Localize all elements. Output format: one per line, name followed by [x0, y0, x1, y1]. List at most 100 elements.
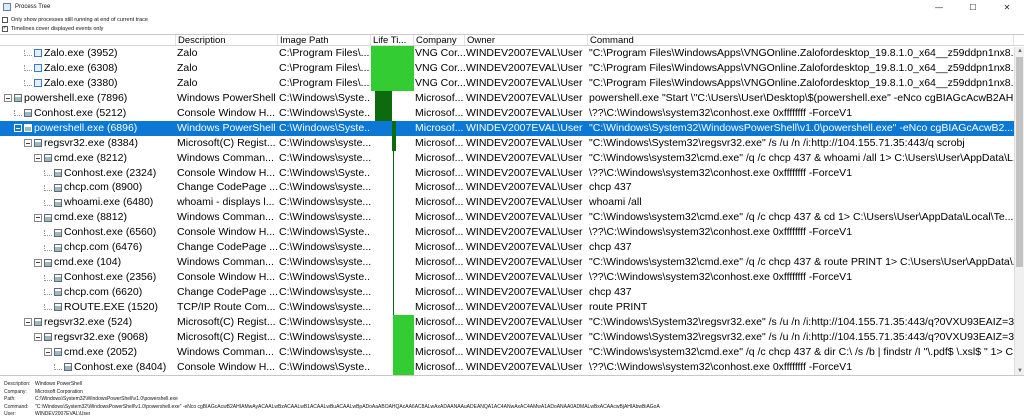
- company-cell: VNG Cor...: [415, 47, 465, 59]
- column-header-image-path[interactable]: Image Path: [278, 35, 371, 45]
- company-cell: Microsof...: [415, 181, 464, 194]
- owner-cell: WINDEV2007EVAL\User: [466, 241, 583, 254]
- scroll-down-arrow-icon[interactable]: ▼: [1015, 367, 1024, 375]
- lifetime-cell: [371, 75, 414, 91]
- tree-connector-icon: [44, 244, 52, 251]
- column-header-description[interactable]: Description: [176, 35, 278, 45]
- collapse-toggle-icon[interactable]: [44, 348, 52, 357]
- process-row[interactable]: cmd.exe (8812) Windows Comman... C:\Window…: [0, 210, 1024, 226]
- command-cell: "C:\Windows\system32\cmd.exe" /q /c chcp…: [589, 345, 1014, 358]
- process-row[interactable]: Conhost.exe (2324) Console Window H... C:\…: [0, 165, 1024, 181]
- process-row[interactable]: chcp.com (2464) Change CodePage ...C:\Win…: [0, 374, 1024, 376]
- lifetime-cell: [371, 225, 414, 241]
- minimize-button[interactable]: —: [922, 0, 956, 14]
- option-timelines-displayed[interactable]: ✓ Timelines cover displayed events only: [2, 24, 148, 33]
- cmd-icon: [44, 258, 52, 267]
- collapse-toggle-icon[interactable]: [24, 139, 32, 148]
- image-path-cell: C:\Windows\Syste...: [279, 121, 371, 134]
- collapse-toggle-icon[interactable]: [34, 333, 42, 342]
- process-icon: [54, 183, 62, 192]
- collapse-toggle-icon[interactable]: [34, 154, 42, 163]
- owner-cell: WINDEV2007EVAL\User: [466, 61, 583, 74]
- process-row[interactable]: ROUTE.EXE (1520) TCP/IP Route Com... C:\Wi…: [0, 299, 1024, 315]
- company-cell: Microsof...: [415, 136, 464, 149]
- process-name: regsvr32.exe (8384): [44, 136, 138, 149]
- column-header-command[interactable]: Command: [588, 35, 1014, 45]
- image-path-cell: C:\Windows\syste...: [279, 196, 371, 209]
- company-cell: Microsof...: [415, 196, 464, 209]
- collapse-toggle-icon[interactable]: [34, 258, 42, 267]
- process-row[interactable]: chcp.com (6620) Change CodePage ... C:\Win…: [0, 285, 1024, 300]
- process-name-cell: Conhost.exe (2324): [0, 166, 176, 181]
- option-running-only[interactable]: Only show processes still running at end…: [2, 15, 148, 24]
- process-name: cmd.exe (104): [54, 256, 122, 269]
- process-row[interactable]: powershell.exe (7896) Windows PowerShell C…: [0, 90, 1024, 106]
- process-row[interactable]: powershell.exe (6896) Windows PowerShell C…: [0, 120, 1024, 136]
- lifetime-bar: [371, 75, 414, 91]
- lifetime-cell: [371, 270, 414, 285]
- process-row[interactable]: Conhost.exe (8404) Console Window H... C:\…: [0, 359, 1024, 375]
- column-header-process[interactable]: [0, 35, 176, 45]
- image-path-cell: C:\Windows\syste...: [279, 181, 371, 194]
- collapse-toggle-icon[interactable]: [24, 318, 32, 327]
- lifetime-bar: [371, 60, 414, 76]
- process-row[interactable]: regsvr32.exe (9068) Microsoft(C) Regist..…: [0, 329, 1024, 345]
- tree-connector-icon: [14, 110, 22, 117]
- company-cell: Microsof...: [414, 375, 465, 376]
- lifetime-bar: [392, 359, 414, 375]
- process-row[interactable]: cmd.exe (8212) Windows Comman... C:\Window…: [0, 150, 1024, 166]
- column-header-company[interactable]: Company: [414, 35, 465, 45]
- collapse-toggle-icon[interactable]: [14, 124, 22, 133]
- lifetime-bar: [392, 285, 394, 300]
- tree-connector-icon: [24, 80, 32, 87]
- image-path-cell: C:\Windows\Syste...: [279, 166, 371, 179]
- running-only-checkbox[interactable]: [2, 16, 8, 23]
- image-path-cell: C:\Program Files\...: [279, 47, 370, 59]
- process-row[interactable]: cmd.exe (104) Windows Comman... C:\Windows…: [0, 255, 1024, 271]
- process-row[interactable]: Zalo.exe (6308) Zalo C:\Program Files\... V…: [0, 60, 1024, 76]
- process-name-cell: Zalo.exe (6308): [0, 61, 176, 76]
- timelines-checkbox[interactable]: ✓: [2, 25, 8, 32]
- process-row[interactable]: Zalo.exe (3952) Zalo C:\Program Files\... V…: [0, 46, 1024, 61]
- process-row[interactable]: chcp.com (8900) Change CodePage ... C:\Win…: [0, 180, 1024, 196]
- detail-label: Company:: [4, 388, 27, 395]
- options-panel: Only show processes still running at end…: [2, 15, 148, 33]
- company-cell: Microsof...: [415, 300, 464, 313]
- process-row[interactable]: whoami.exe (6480) whoami - displays l... C…: [0, 195, 1024, 211]
- detail-value: WINDEV2007EVAL\User: [35, 411, 91, 418]
- company-cell: Microsof...: [415, 91, 464, 104]
- process-name-cell: Conhost.exe (8404): [0, 360, 176, 375]
- scroll-up-arrow-icon[interactable]: ▲: [1015, 47, 1024, 56]
- detail-label: Path:: [4, 396, 16, 403]
- image-path-cell: C:\Windows\syste...: [279, 315, 371, 328]
- close-button[interactable]: ✕: [990, 0, 1024, 14]
- zalo-app-icon: [34, 64, 42, 73]
- process-name: regsvr32.exe (524): [44, 315, 133, 328]
- process-row[interactable]: Conhost.exe (5212) Console Window H... C:\…: [0, 105, 1024, 121]
- process-row[interactable]: Zalo.exe (3380) Zalo C:\Program Files\... V…: [0, 75, 1024, 91]
- collapse-toggle-icon[interactable]: [4, 94, 12, 103]
- scrollbar-thumb[interactable]: [1016, 57, 1023, 267]
- process-row[interactable]: regsvr32.exe (8384) Microsoft(C) Regist..…: [0, 135, 1024, 151]
- vertical-scrollbar[interactable]: ▲ ▼: [1014, 47, 1024, 375]
- maximize-button[interactable]: ☐: [956, 0, 990, 14]
- process-row[interactable]: Conhost.exe (2356) Console Window H... C:\…: [0, 270, 1024, 285]
- process-name: whoami.exe (6480): [64, 196, 154, 209]
- description-cell: Console Window H...: [177, 166, 276, 179]
- process-row[interactable]: regsvr32.exe (524) Microsoft(C) Regist...…: [0, 314, 1024, 330]
- cmd-icon: [44, 213, 52, 222]
- process-row[interactable]: chcp.com (6476) Change CodePage ... C:\Win…: [0, 240, 1024, 256]
- process-icon: [54, 198, 62, 207]
- process-row[interactable]: Conhost.exe (6560) Console Window H... C:\…: [0, 225, 1024, 241]
- company-cell: Microsof...: [415, 241, 464, 254]
- process-row[interactable]: cmd.exe (2052) Windows Comman... C:\Window…: [0, 344, 1024, 360]
- lifetime-cell: [371, 135, 414, 151]
- collapse-toggle-icon[interactable]: [34, 213, 42, 222]
- option-label: Timelines cover displayed events only: [11, 25, 104, 32]
- column-header-lifetime[interactable]: Life Ti...: [371, 35, 414, 45]
- lifetime-cell: [371, 60, 414, 76]
- process-name-cell: regsvr32.exe (8384): [0, 136, 176, 151]
- lifetime-cell: [371, 255, 414, 271]
- column-header-owner[interactable]: Owner: [465, 35, 588, 45]
- company-cell: Microsof...: [415, 166, 464, 179]
